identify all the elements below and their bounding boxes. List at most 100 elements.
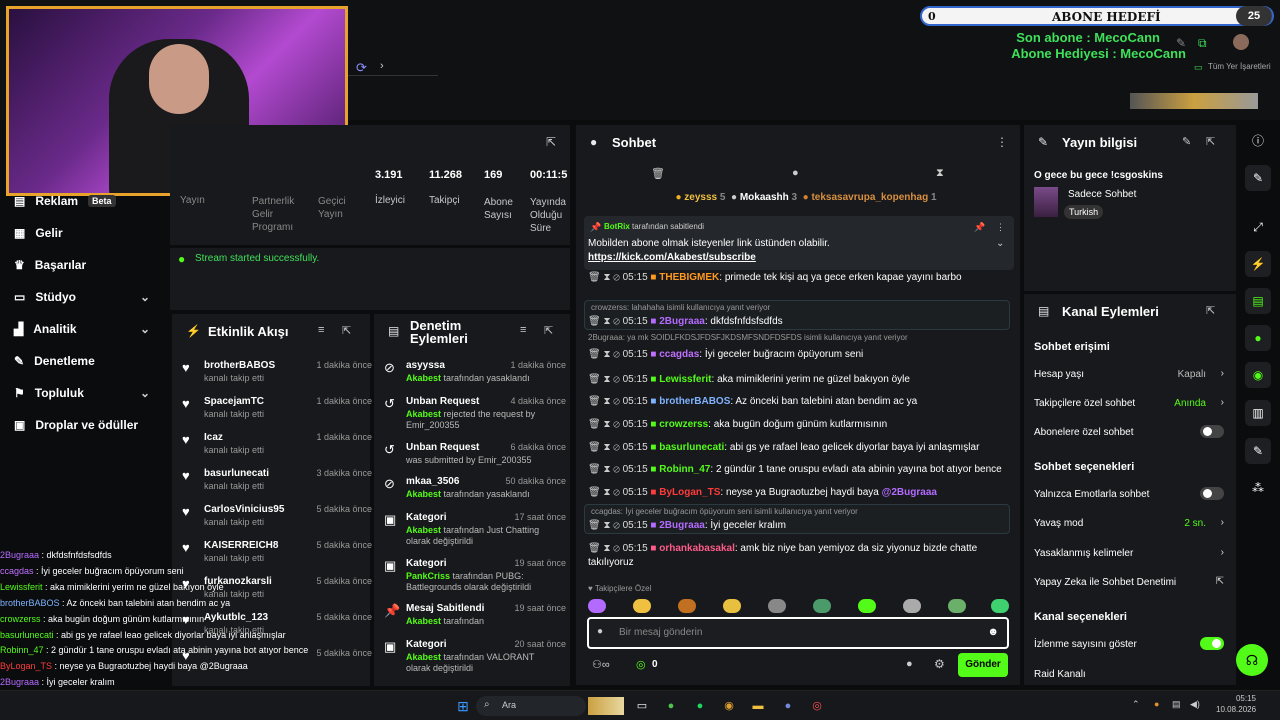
chat-message[interactable]: 🗑 ⧗ ⊘ 05:15 ■ ByLogan_TS: neyse ya Bugra… <box>588 486 1008 500</box>
sidebar-item-revenue[interactable]: ▦ Gelir <box>14 222 63 244</box>
popout-icon[interactable]: ⇱ <box>1206 304 1215 317</box>
delete-icon[interactable]: 🗑 <box>588 442 601 453</box>
ban-icon[interactable]: ⊘ <box>613 520 620 531</box>
ban-icon[interactable]: ⊘ <box>613 374 620 385</box>
subs-only-toggle[interactable] <box>1200 425 1224 438</box>
chat-bubble-icon[interactable]: ● <box>906 658 913 670</box>
emote-icon[interactable] <box>858 599 876 613</box>
timeout-icon[interactable]: ⧗ <box>603 543 610 554</box>
send-button[interactable]: Gönder <box>958 653 1008 677</box>
sidebar-item-ads[interactable]: ▤ Reklam Beta <box>14 190 116 212</box>
activity-row[interactable]: ♥ brotherBABOS 1 dakika önce kanalı takip e… <box>182 360 372 394</box>
message-user[interactable]: ByLogan_TS <box>659 487 720 498</box>
ban-icon[interactable]: ⊘ <box>613 396 620 407</box>
filter-icon[interactable]: ≡ <box>318 324 324 336</box>
raid-row[interactable]: Raid Kanalı <box>1034 669 1224 680</box>
mod-actor[interactable]: PankCriss <box>406 571 450 581</box>
pencil-icon[interactable]: ✎ <box>1245 165 1271 191</box>
activity-row[interactable]: ♥ basurlunecati 3 dakika önce kanalı takip … <box>182 468 372 502</box>
followers-only-row[interactable]: Takipçilere özel sohbet Anında › <box>1034 397 1224 409</box>
banned-words-row[interactable]: Yasaklanmış kelimeler › <box>1034 547 1224 559</box>
message-user[interactable]: THEBIGMEK <box>659 272 719 283</box>
folder-icon[interactable]: ▬ <box>748 697 768 715</box>
timeout-icon[interactable]: ⧗ <box>603 316 610 327</box>
mod-actor[interactable]: Akabest <box>406 409 441 419</box>
ban-icon[interactable]: ⊘ <box>613 349 620 360</box>
chat-bubble-icon[interactable]: ● <box>1245 325 1271 351</box>
users-icon[interactable]: ⚇∞ <box>592 658 610 671</box>
taskbar-search[interactable]: ⌕ Ara <box>476 696 586 716</box>
chat-message[interactable]: 🗑 ⧗ ⊘ 05:15 ■ Lewissferit: aka mimikleri… <box>588 373 1008 387</box>
chat-bubble-icon[interactable]: ● <box>792 167 799 179</box>
sidebar-item-analytics[interactable]: ▟ Analitik ⌄ <box>14 318 150 340</box>
expand-icon[interactable]: ⤢ <box>1245 214 1271 240</box>
timeout-icon[interactable]: ⧗ <box>603 349 610 360</box>
popout-icon[interactable]: ⇱ <box>546 135 556 149</box>
app-icon[interactable]: ◎ <box>807 697 827 715</box>
emote-icon[interactable] <box>588 599 606 613</box>
ban-icon[interactable]: ⊘ <box>613 487 620 498</box>
apps-icon[interactable]: ⁂ <box>1245 475 1271 501</box>
trash-icon[interactable]: 🗑 <box>651 167 665 180</box>
chrome-icon[interactable]: ◉ <box>719 697 739 715</box>
timeout-icon[interactable]: ⧗ <box>603 396 610 407</box>
network-icon[interactable]: ▤ <box>1172 699 1181 710</box>
activity-user[interactable]: basurlunecati <box>204 468 269 479</box>
message-user[interactable]: basurlunecati <box>659 442 724 453</box>
ban-icon[interactable]: ⊘ <box>613 543 620 554</box>
widget-image[interactable] <box>588 697 624 715</box>
emote-icon[interactable] <box>991 599 1009 613</box>
bolt-icon[interactable]: ⚡ <box>1245 251 1271 277</box>
spotify-icon[interactable]: ● <box>690 697 710 715</box>
tray-chevron-icon[interactable]: ⌃ <box>1132 699 1140 710</box>
mod-actor[interactable]: Akabest <box>406 616 441 626</box>
message-user[interactable]: ccagdas <box>659 349 699 360</box>
chat-message[interactable]: 🗑 ⧗ ⊘ 05:15 ■ Robinn_47: 2 gündür 1 tane… <box>588 463 1008 477</box>
mod-actor[interactable]: Akabest <box>406 525 441 535</box>
avatar[interactable] <box>1233 34 1249 50</box>
mod-actor[interactable]: Akabest <box>406 489 441 499</box>
emote-icon[interactable] <box>903 599 921 613</box>
message-user[interactable]: 2Bugraaa <box>659 520 705 531</box>
sidebar-item-community[interactable]: ⚑ Topluluk ⌄ <box>14 382 150 404</box>
ban-icon[interactable]: ⊘ <box>613 442 620 453</box>
emoji-icon[interactable]: ☻ <box>987 626 999 638</box>
account-age-row[interactable]: Hesap yaşı Kapalı › <box>1034 368 1224 380</box>
chat-message[interactable]: 🗑 ⧗ ⊘ 05:15 ■ 2Bugraaa: dkfdsfnfdsfsdfds <box>588 315 1008 329</box>
mention[interactable]: @2Bugraaa <box>882 487 937 498</box>
activity-user[interactable]: Icaz <box>204 432 223 443</box>
timeout-icon[interactable]: ⧗ <box>603 419 610 430</box>
sidebar-item-studio[interactable]: ▭ Stüdyo ⌄ <box>14 286 150 308</box>
mod-actor[interactable]: Akabest <box>406 652 441 662</box>
timeout-icon[interactable]: ⧗ <box>603 487 610 498</box>
mod-actor[interactable]: Akabest <box>406 373 441 383</box>
ai-moderation-row[interactable]: Yapay Zeka ile Sohbet Denetimi ⇱ <box>1034 576 1224 588</box>
delete-icon[interactable]: 🗑 <box>588 349 601 360</box>
emote-icon[interactable] <box>723 599 741 613</box>
timeout-icon[interactable]: ⧗ <box>603 272 610 283</box>
document-icon[interactable]: ▤ <box>1245 288 1271 314</box>
chat-message[interactable]: 🗑 ⧗ ⊘ 05:15 ■ 2Bugraaa: İyi geceler kral… <box>588 519 1008 533</box>
timeout-icon[interactable]: ⧗ <box>603 520 610 531</box>
timeout-icon[interactable]: ⧗ <box>603 374 610 385</box>
sidebar-item-moderation[interactable]: ✎ Denetleme <box>14 350 95 372</box>
delete-icon[interactable]: 🗑 <box>588 464 601 475</box>
slow-mode-row[interactable]: Yavaş mod 2 sn. › <box>1034 517 1224 529</box>
pin-icon[interactable]: 📌 <box>974 222 985 233</box>
message-user[interactable]: orhankabasakal <box>659 543 735 554</box>
more-icon[interactable]: ⋮ <box>996 135 1008 149</box>
message-user[interactable]: brotherBABOS <box>659 396 730 407</box>
whatsapp-icon[interactable]: ● <box>661 697 681 715</box>
delete-icon[interactable]: 🗑 <box>588 396 601 407</box>
timeout-icon[interactable]: ⧗ <box>603 442 610 453</box>
chevron-down-icon[interactable]: ⌄ <box>996 238 1004 249</box>
activity-row[interactable]: ♥ CarlosVinicius95 5 dakika önce kanalı tak… <box>182 504 372 538</box>
emote-only-toggle[interactable] <box>1200 487 1224 500</box>
delete-icon[interactable]: 🗑 <box>588 487 601 498</box>
delete-icon[interactable]: 🗑 <box>588 316 601 327</box>
ban-icon[interactable]: ⊘ <box>613 464 620 475</box>
delete-icon[interactable]: 🗑 <box>588 272 601 283</box>
chat-message[interactable]: 🗑 ⧗ ⊘ 05:15 ■ crowzerss: aka bugün doğum… <box>588 418 1008 432</box>
delete-icon[interactable]: 🗑 <box>588 520 601 531</box>
volume-icon[interactable]: ◀) <box>1190 699 1200 710</box>
